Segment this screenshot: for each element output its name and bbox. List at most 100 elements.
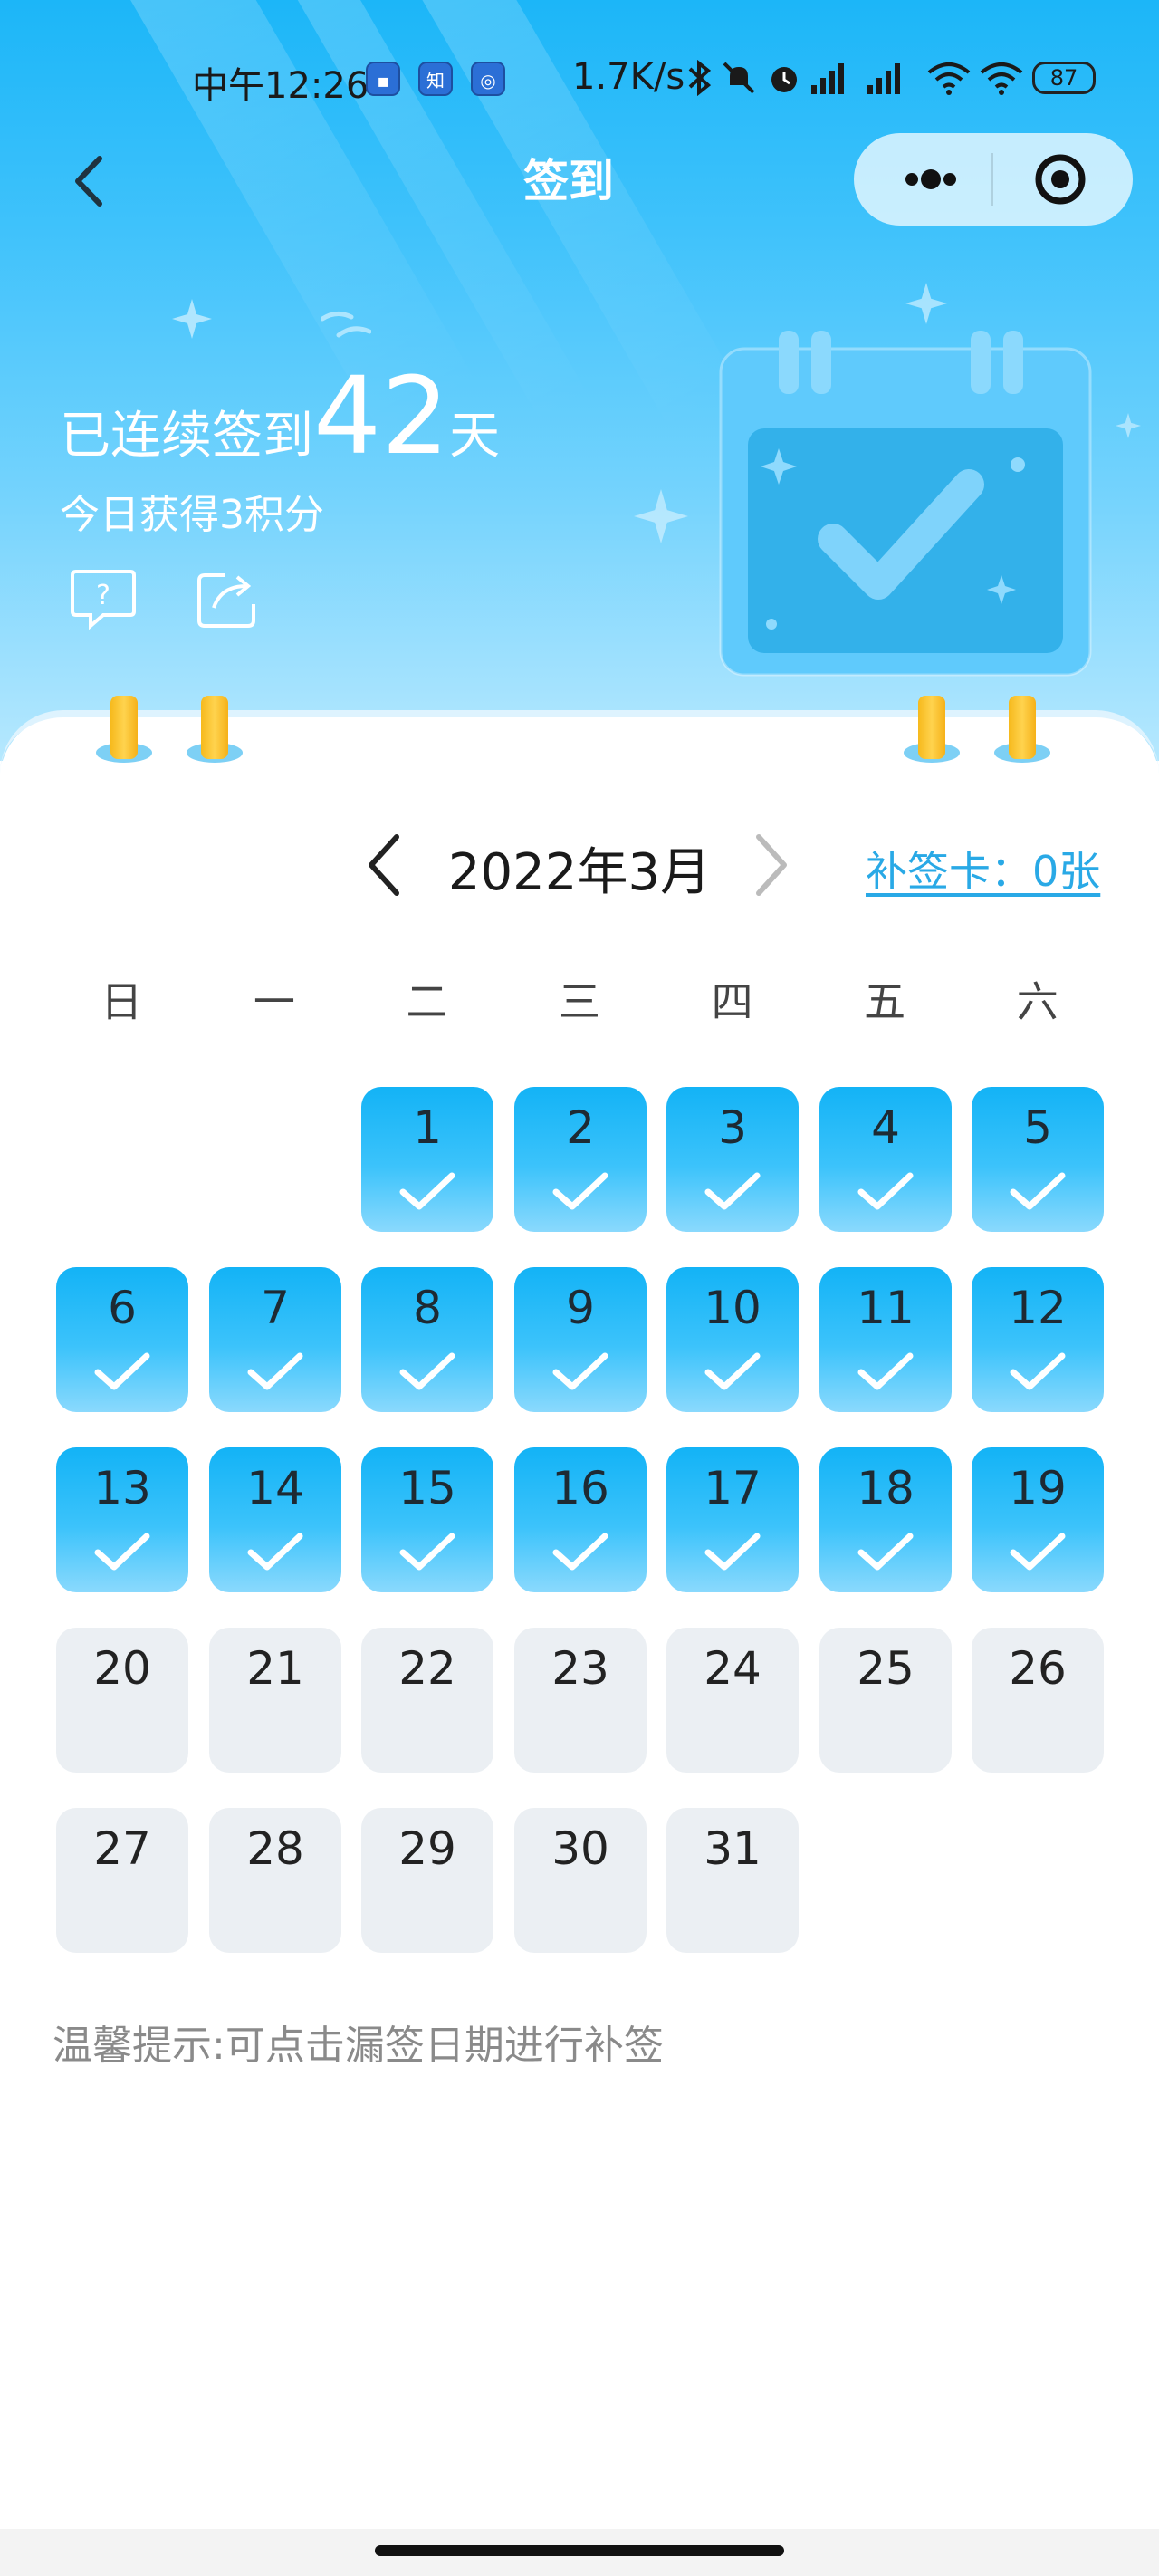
day-number: 15 (398, 1462, 456, 1514)
close-button[interactable] (1006, 133, 1115, 226)
battery-indicator: 87 (1032, 62, 1096, 94)
calendar-day-8[interactable]: 8 (361, 1267, 493, 1412)
status-bar: 中午12:26 ▪ 知 ◎ 1.7K/s 87 (0, 0, 1159, 154)
calendar-day-12[interactable]: 12 (972, 1267, 1104, 1412)
day-number: 6 (108, 1282, 137, 1334)
binder-ring (918, 696, 945, 759)
bird-icon (321, 312, 371, 338)
zhihu-app-icon: 知 (418, 62, 453, 96)
calendar-day-18[interactable]: 18 (819, 1447, 952, 1592)
target-circle-icon (1035, 154, 1086, 205)
check-icon (247, 1352, 303, 1390)
bluetooth-icon (688, 60, 712, 96)
day-number: 19 (1009, 1462, 1067, 1514)
calendar-day-19[interactable]: 19 (972, 1447, 1104, 1592)
calendar-day-28[interactable]: 28 (209, 1808, 341, 1953)
prev-month-button[interactable] (359, 831, 413, 899)
check-icon (1010, 1533, 1066, 1571)
sparkle-icon (634, 489, 688, 543)
chevron-left-icon (369, 834, 399, 896)
day-number: 26 (1009, 1642, 1067, 1695)
alarm-icon (771, 67, 797, 92)
calendar-day-30[interactable]: 30 (514, 1808, 647, 1953)
calendar-day-9[interactable]: 9 (514, 1267, 647, 1412)
day-number: 31 (704, 1822, 761, 1875)
check-icon (857, 1352, 914, 1390)
sparkle-icon (1116, 413, 1141, 438)
weekday-label: 一 (253, 977, 295, 1026)
check-icon (94, 1533, 150, 1571)
check-icon (857, 1533, 914, 1571)
check-icon (704, 1352, 761, 1390)
day-number: 16 (551, 1462, 609, 1514)
day-number: 4 (871, 1101, 900, 1154)
calendar-day-6[interactable]: 6 (56, 1267, 188, 1412)
svg-text:?: ? (96, 580, 110, 611)
share-button[interactable] (194, 566, 263, 631)
day-number: 3 (718, 1101, 747, 1154)
sparkle-icon (172, 299, 212, 339)
check-icon (1010, 1352, 1066, 1390)
day-number: 21 (246, 1642, 304, 1695)
weekday-label: 四 (711, 977, 753, 1026)
check-icon (704, 1533, 761, 1571)
calendar-day-20[interactable]: 20 (56, 1628, 188, 1773)
help-button[interactable]: ? (69, 566, 138, 631)
status-time: 中午12:26 (192, 65, 369, 107)
calendar-day-27[interactable]: 27 (56, 1808, 188, 1953)
check-icon (94, 1352, 150, 1390)
calendar-day-13[interactable]: 13 (56, 1447, 188, 1592)
day-number: 12 (1009, 1282, 1067, 1334)
signal-icon (867, 63, 900, 94)
calendar-day-29[interactable]: 29 (361, 1808, 493, 1953)
weekday-label: 三 (559, 977, 601, 1026)
more-dots-icon (905, 169, 956, 189)
weekday-label: 日 (101, 977, 143, 1026)
calendar-day-23[interactable]: 23 (514, 1628, 647, 1773)
check-icon (552, 1352, 608, 1390)
more-button[interactable] (881, 133, 981, 226)
binder-ring (201, 696, 228, 759)
calendar-day-15[interactable]: 15 (361, 1447, 493, 1592)
calendar-day-1[interactable]: 1 (361, 1087, 493, 1232)
notification-app-icon: ◎ (471, 62, 505, 96)
help-icon: ? (71, 570, 136, 630)
next-month-button[interactable] (742, 831, 797, 899)
day-number: 10 (704, 1282, 761, 1334)
day-number: 17 (704, 1462, 761, 1514)
streak-summary: 已连续签到42天 (60, 362, 500, 469)
day-number: 9 (566, 1282, 595, 1334)
day-number: 23 (551, 1642, 609, 1695)
calendar-day-22[interactable]: 22 (361, 1628, 493, 1773)
calendar-day-11[interactable]: 11 (819, 1267, 952, 1412)
chevron-right-icon (756, 834, 787, 896)
weekday-label: 六 (1016, 977, 1058, 1026)
calendar-day-16[interactable]: 16 (514, 1447, 647, 1592)
calendar-day-17[interactable]: 17 (666, 1447, 799, 1592)
check-icon (552, 1172, 608, 1210)
wifi-icon (980, 62, 1023, 95)
calendar-day-7[interactable]: 7 (209, 1267, 341, 1412)
home-indicator[interactable] (375, 2545, 784, 2556)
calendar-day-5[interactable]: 5 (972, 1087, 1104, 1232)
calendar-day-3[interactable]: 3 (666, 1087, 799, 1232)
check-icon (857, 1172, 914, 1210)
mini-program-capsule (854, 133, 1133, 226)
weekday-label: 二 (406, 977, 448, 1026)
calendar-day-24[interactable]: 24 (666, 1628, 799, 1773)
weekday-header: 日 一 二 三 四 五 六 (45, 969, 1114, 1029)
today-points: 今日获得3积分 (60, 492, 324, 538)
calendar-day-25[interactable]: 25 (819, 1628, 952, 1773)
check-icon (1010, 1172, 1066, 1210)
makeup-card-link[interactable]: 补签卡：0张 (866, 839, 1100, 899)
calendar-day-10[interactable]: 10 (666, 1267, 799, 1412)
day-number: 30 (551, 1822, 609, 1875)
calendar-day-21[interactable]: 21 (209, 1628, 341, 1773)
calendar-day-2[interactable]: 2 (514, 1087, 647, 1232)
calendar-day-4[interactable]: 4 (819, 1087, 952, 1232)
calendar-day-14[interactable]: 14 (209, 1447, 341, 1592)
capsule-divider (991, 153, 993, 206)
calendar-day-31[interactable]: 31 (666, 1808, 799, 1953)
calendar-day-26[interactable]: 26 (972, 1628, 1104, 1773)
check-icon (399, 1352, 455, 1390)
